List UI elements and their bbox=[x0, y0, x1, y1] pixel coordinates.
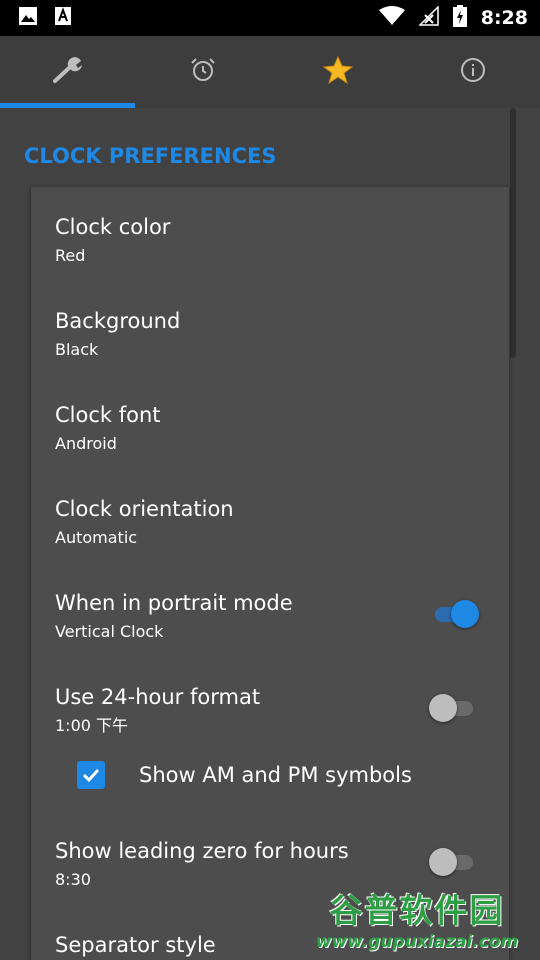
pref-value: Vertical Clock bbox=[55, 622, 164, 641]
pref-title: Show leading zero for hours bbox=[55, 839, 349, 863]
watermark-name: 谷普软件园 bbox=[329, 891, 505, 930]
pref-24-hour-format[interactable]: Use 24-hour format 1:00 下午 bbox=[55, 683, 485, 737]
pref-clock-color[interactable]: Clock color Red bbox=[55, 213, 485, 267]
pref-am-pm[interactable]: Show AM and PM symbols bbox=[77, 761, 485, 789]
pref-background[interactable]: Background Black bbox=[55, 307, 485, 361]
pref-value: Android bbox=[55, 434, 117, 453]
tab-bar bbox=[0, 36, 540, 108]
portrait-mode-toggle[interactable] bbox=[429, 599, 479, 629]
am-pm-label: Show AM and PM symbols bbox=[139, 763, 412, 787]
am-pm-checkbox[interactable] bbox=[77, 761, 105, 789]
pref-title: Clock font bbox=[55, 403, 161, 427]
battery-icon bbox=[452, 5, 467, 31]
pref-portrait-mode[interactable]: When in portrait mode Vertical Clock bbox=[55, 589, 485, 643]
image-icon bbox=[18, 6, 38, 30]
check-icon bbox=[82, 768, 100, 783]
preferences-card: Clock color Red Background Black Clock f… bbox=[31, 187, 509, 960]
toggle-thumb bbox=[429, 694, 457, 722]
wifi-icon bbox=[378, 6, 405, 30]
pref-title: Background bbox=[55, 309, 181, 333]
alarm-icon bbox=[190, 57, 216, 87]
24-hour-toggle[interactable] bbox=[429, 693, 479, 723]
signal-icon bbox=[417, 5, 439, 30]
toggle-thumb bbox=[429, 848, 457, 876]
pref-value: Red bbox=[55, 246, 86, 265]
pref-clock-orientation[interactable]: Clock orientation Automatic bbox=[55, 495, 485, 549]
status-time: 8:28 bbox=[480, 7, 528, 29]
watermark: 谷普软件园 www.gupuxiazai.com bbox=[294, 876, 540, 960]
leading-zero-toggle[interactable] bbox=[429, 847, 479, 877]
pref-title: Clock color bbox=[55, 215, 171, 239]
pref-value: 1:00 下午 bbox=[55, 716, 129, 735]
pref-value: Black bbox=[55, 340, 99, 359]
pref-value: Automatic bbox=[55, 528, 138, 547]
watermark-url: www.gupuxiazai.com bbox=[315, 932, 519, 952]
pref-clock-font[interactable]: Clock font Android bbox=[55, 401, 485, 455]
star-icon bbox=[322, 55, 353, 88]
pref-title: Use 24-hour format bbox=[55, 685, 261, 709]
wrench-icon bbox=[51, 56, 85, 88]
toggle-thumb bbox=[451, 600, 479, 628]
tab-alarm[interactable] bbox=[135, 36, 270, 108]
tab-favorites[interactable] bbox=[270, 36, 405, 108]
pref-title: Clock orientation bbox=[55, 497, 234, 521]
scrollbar[interactable] bbox=[510, 108, 516, 358]
tab-settings[interactable] bbox=[0, 36, 135, 108]
a-icon bbox=[54, 6, 72, 30]
tab-info[interactable] bbox=[405, 36, 540, 108]
section-title: CLOCK PREFERENCES bbox=[24, 144, 277, 168]
pref-title: When in portrait mode bbox=[55, 591, 293, 615]
info-icon bbox=[460, 57, 486, 87]
status-bar: 8:28 bbox=[0, 0, 540, 36]
preferences-content[interactable]: CLOCK PREFERENCES Clock color Red Backgr… bbox=[0, 108, 540, 960]
